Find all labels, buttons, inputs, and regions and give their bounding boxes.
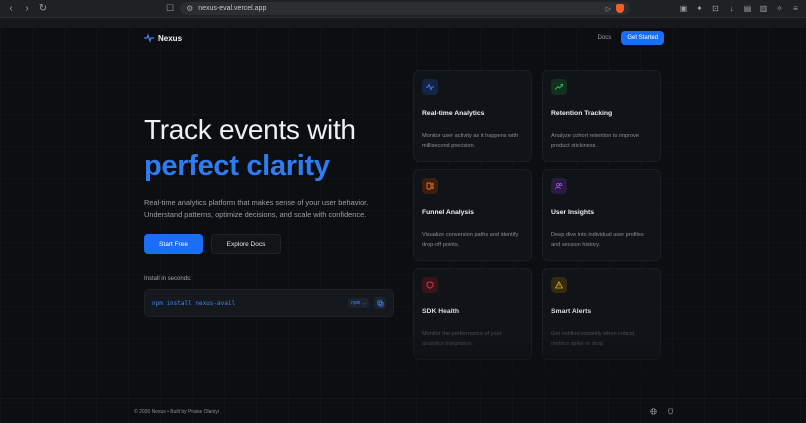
footer-copyright: © 2026 Nexus • Built by Praise Olaniyi	[134, 408, 219, 415]
footer-divider	[0, 398, 806, 399]
back-icon[interactable]: ‹	[6, 0, 16, 18]
feature-card-realtime-analytics[interactable]: Real-time Analytics Monitor user activit…	[413, 70, 532, 162]
page: Nexus Docs Get Started Track events with…	[0, 18, 806, 423]
globe-icon[interactable]	[650, 408, 657, 415]
browser-toolbar: ‹ › ↻ ☐ ⚙ nexus-eval.vercel.app ▷ ▣ ✦ ⊡ …	[0, 0, 806, 18]
address-bar[interactable]: ⚙ nexus-eval.vercel.app ▷	[180, 2, 631, 15]
get-started-button[interactable]: Get Started	[621, 31, 664, 45]
extensions-icon[interactable]: ✦	[695, 4, 704, 13]
footer-icons	[650, 408, 674, 415]
feature-title: Retention Tracking	[551, 110, 613, 117]
alert-icon	[551, 277, 567, 293]
hero-ctas: Start Free Explore Docs	[144, 234, 406, 254]
feature-title: SDK Health	[422, 308, 460, 315]
feature-card-user-insights[interactable]: User Insights Deep dive into individual …	[542, 169, 661, 261]
feature-desc: Get notified instantly when critical met…	[551, 331, 635, 347]
leo-icon[interactable]: ✧	[775, 4, 784, 13]
install-codebox: npm install nexus-avail npm ⌄	[144, 289, 394, 317]
hero-subtitle: Real-time analytics platform that makes …	[144, 198, 369, 219]
header-actions: Docs Get Started	[598, 31, 664, 45]
feature-desc: Deep dive into individual user profiles …	[551, 232, 644, 248]
feature-card-smart-alerts[interactable]: Smart Alerts Get notified instantly when…	[542, 268, 661, 360]
install-command: npm install nexus-avail	[152, 299, 236, 307]
sidebar-icon[interactable]: ▤	[743, 4, 752, 13]
reload-icon[interactable]: ↻	[38, 0, 48, 18]
start-free-button[interactable]: Start Free	[144, 234, 203, 254]
wallet-tab-icon[interactable]: ▥	[759, 4, 768, 13]
feature-desc: Analyze cohort retention to improve prod…	[551, 133, 639, 149]
feature-title: Funnel Analysis	[422, 209, 474, 216]
bookmark-icon[interactable]: ☐	[166, 3, 174, 14]
feature-title: Smart Alerts	[551, 308, 592, 315]
share-icon[interactable]: ▷	[606, 5, 611, 13]
shield-icon	[422, 277, 438, 293]
trending-up-icon	[551, 79, 567, 95]
copy-button[interactable]	[374, 297, 386, 309]
headline-line-2: perfect clarity	[144, 150, 330, 182]
browser-tools: ▣ ✦ ⊡ ↓ ▤ ▥ ✧ ≡	[679, 4, 800, 13]
feature-title: User Insights	[551, 209, 595, 216]
site-settings-icon[interactable]: ⚙	[186, 4, 193, 13]
url-text[interactable]: nexus-eval.vercel.app	[198, 5, 600, 12]
menu-icon[interactable]: ≡	[791, 4, 800, 13]
feature-card-retention-tracking[interactable]: Retention Tracking Analyze cohort retent…	[542, 70, 661, 162]
explore-docs-button[interactable]: Explore Docs	[211, 234, 281, 254]
github-icon[interactable]	[667, 408, 674, 415]
copy-icon	[377, 300, 383, 306]
funnel-icon	[422, 178, 438, 194]
docs-link[interactable]: Docs	[598, 35, 612, 41]
activity-icon	[422, 79, 438, 95]
users-icon	[551, 178, 567, 194]
wallet-icon[interactable]: ▣	[679, 4, 688, 13]
download-icon[interactable]: ↓	[727, 4, 736, 13]
logo-text: Nexus	[158, 33, 183, 43]
browser-nav: ‹ › ↻	[6, 0, 48, 18]
site-header: Nexus Docs Get Started	[144, 28, 664, 48]
brave-shield-icon[interactable]	[616, 4, 625, 13]
feature-desc: Visualize conversion paths and identify …	[422, 232, 519, 248]
screenshot-icon[interactable]: ⊡	[711, 4, 720, 13]
logo[interactable]: Nexus	[144, 33, 182, 43]
headline-line-1: Track events with	[144, 114, 356, 145]
forward-icon[interactable]: ›	[22, 0, 32, 18]
site-footer: © 2026 Nexus • Built by Praise Olaniyi	[134, 408, 674, 415]
package-manager-select[interactable]: npm ⌄	[347, 298, 369, 308]
feature-desc: Monitor user activity as it happens with…	[422, 133, 519, 149]
feature-card-funnel-analysis[interactable]: Funnel Analysis Visualize conversion pat…	[413, 169, 532, 261]
feature-card-sdk-health[interactable]: SDK Health Monitor the performance of yo…	[413, 268, 532, 360]
feature-title: Real-time Analytics	[422, 110, 485, 117]
hero: Track events with perfect clarity Real-t…	[144, 114, 406, 317]
pulse-logo-icon	[144, 33, 154, 43]
install-label: Install in seconds:	[144, 276, 192, 282]
feature-desc: Monitor the performance of your analytic…	[422, 331, 502, 347]
